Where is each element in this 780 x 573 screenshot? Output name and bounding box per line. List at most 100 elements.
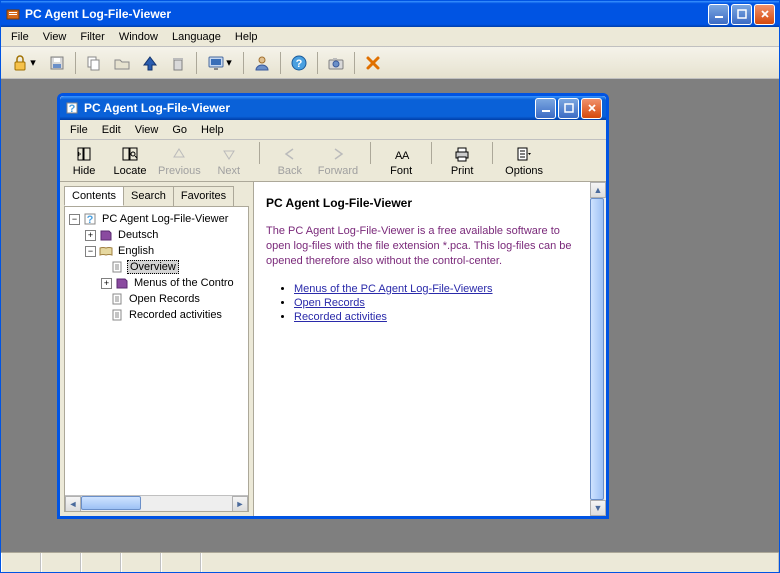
help-titlebar[interactable]: ? PC Agent Log-File-Viewer bbox=[60, 96, 606, 120]
scroll-down-button[interactable]: ▼ bbox=[590, 500, 606, 516]
copy-button[interactable] bbox=[82, 51, 106, 75]
hide-icon bbox=[74, 144, 94, 164]
outer-minimize-button[interactable] bbox=[708, 4, 729, 25]
book-open-icon bbox=[99, 244, 113, 258]
help-menu-view[interactable]: View bbox=[129, 122, 165, 138]
folder-button[interactable] bbox=[110, 51, 134, 75]
list-item: Recorded activities bbox=[294, 311, 578, 323]
scroll-track[interactable] bbox=[590, 198, 606, 500]
save-icon bbox=[48, 54, 66, 72]
back-button[interactable]: Back bbox=[272, 142, 308, 177]
toolbar-separator bbox=[431, 142, 432, 164]
screen-button[interactable]: ▾ bbox=[203, 51, 237, 75]
options-button[interactable]: Options bbox=[505, 142, 543, 177]
content-vertical-scrollbar[interactable]: ▲ ▼ bbox=[590, 182, 606, 516]
scroll-up-button[interactable]: ▲ bbox=[590, 182, 606, 198]
tab-contents[interactable]: Contents bbox=[64, 186, 124, 206]
menu-filter[interactable]: Filter bbox=[74, 29, 110, 45]
menu-language[interactable]: Language bbox=[166, 29, 227, 45]
help-window-title: PC Agent Log-File-Viewer bbox=[84, 101, 535, 115]
menu-file[interactable]: File bbox=[5, 29, 35, 45]
scroll-left-button[interactable]: ◄ bbox=[65, 496, 81, 512]
forward-button[interactable]: Forward bbox=[318, 142, 358, 177]
status-cell bbox=[121, 553, 161, 572]
help-menu-file[interactable]: File bbox=[64, 122, 94, 138]
tree-item-label: Recorded activities bbox=[127, 309, 224, 321]
page-icon bbox=[110, 308, 124, 322]
tree-item-english[interactable]: − English bbox=[67, 243, 246, 259]
previous-button[interactable]: Previous bbox=[158, 142, 201, 177]
camera-button[interactable] bbox=[324, 51, 348, 75]
dropdown-arrow-icon: ▾ bbox=[29, 56, 37, 69]
toolbar-separator bbox=[317, 52, 318, 74]
menu-window[interactable]: Window bbox=[113, 29, 164, 45]
delete-button[interactable] bbox=[166, 51, 190, 75]
collapse-icon[interactable]: − bbox=[69, 214, 80, 225]
outer-maximize-button[interactable] bbox=[731, 4, 752, 25]
page-icon bbox=[110, 292, 124, 306]
outer-menubar: File View Filter Window Language Help bbox=[1, 27, 779, 47]
book-closed-icon bbox=[115, 276, 129, 290]
help-minimize-button[interactable] bbox=[535, 98, 556, 119]
user-button[interactable] bbox=[250, 51, 274, 75]
tree-item-menus[interactable]: + Menus of the Contro bbox=[67, 275, 246, 291]
tree-item-label: Menus of the Contro bbox=[132, 277, 236, 289]
help-maximize-button[interactable] bbox=[558, 98, 579, 119]
next-button[interactable]: Next bbox=[211, 142, 247, 177]
help-button[interactable]: ? bbox=[287, 51, 311, 75]
svg-text:?: ? bbox=[87, 214, 94, 226]
link-open-records[interactable]: Open Records bbox=[294, 297, 365, 309]
close-x-icon bbox=[364, 54, 382, 72]
expand-icon[interactable]: + bbox=[85, 230, 96, 241]
help-menu-help[interactable]: Help bbox=[195, 122, 230, 138]
svg-text:?: ? bbox=[296, 58, 303, 70]
toolbar-separator bbox=[354, 52, 355, 74]
collapse-icon[interactable]: − bbox=[85, 246, 96, 257]
menu-help[interactable]: Help bbox=[229, 29, 264, 45]
locate-button[interactable]: Locate bbox=[112, 142, 148, 177]
right-arrow-icon bbox=[328, 144, 348, 164]
scroll-thumb[interactable] bbox=[81, 496, 141, 510]
hide-button[interactable]: Hide bbox=[66, 142, 102, 177]
outer-toolbar: ▾ ▾ ? bbox=[1, 47, 779, 79]
outer-client-area: ? PC Agent Log-File-Viewer File Edit Vie… bbox=[1, 79, 779, 552]
status-cell bbox=[161, 553, 201, 572]
monitor-icon bbox=[207, 54, 225, 72]
menu-view[interactable]: View bbox=[37, 29, 73, 45]
tree-root[interactable]: − ? PC Agent Log-File-Viewer bbox=[67, 211, 246, 227]
link-recorded[interactable]: Recorded activities bbox=[294, 311, 387, 323]
help-menu-edit[interactable]: Edit bbox=[96, 122, 127, 138]
font-button[interactable]: AAFont bbox=[383, 142, 419, 177]
tree-item-open-records[interactable]: Open Records bbox=[67, 291, 246, 307]
contents-tree[interactable]: − ? PC Agent Log-File-Viewer + Deutsch − bbox=[65, 207, 248, 495]
book-closed-icon bbox=[99, 228, 113, 242]
outer-titlebar[interactable]: PC Agent Log-File-Viewer bbox=[1, 1, 779, 27]
save-button[interactable] bbox=[45, 51, 69, 75]
scroll-thumb[interactable] bbox=[590, 198, 604, 500]
tree-horizontal-scrollbar[interactable]: ◄ ► bbox=[65, 495, 248, 511]
outer-statusbar bbox=[1, 552, 779, 572]
tab-search[interactable]: Search bbox=[123, 186, 174, 206]
copy-icon bbox=[85, 54, 103, 72]
up-button[interactable] bbox=[138, 51, 162, 75]
content-heading: PC Agent Log-File-Viewer bbox=[266, 196, 578, 210]
close-file-button[interactable] bbox=[361, 51, 385, 75]
tree-item-overview[interactable]: Overview bbox=[67, 259, 246, 275]
scroll-track[interactable] bbox=[81, 496, 232, 512]
nav-tabs: Contents Search Favorites bbox=[64, 186, 249, 206]
outer-close-button[interactable] bbox=[754, 4, 775, 25]
print-button[interactable]: Print bbox=[444, 142, 480, 177]
help-menu-go[interactable]: Go bbox=[166, 122, 193, 138]
tab-favorites[interactable]: Favorites bbox=[173, 186, 234, 206]
lock-button[interactable]: ▾ bbox=[7, 51, 41, 75]
content-link-list: Menus of the PC Agent Log-File-Viewers O… bbox=[294, 283, 578, 323]
help-close-button[interactable] bbox=[581, 98, 602, 119]
tree-item-label: Open Records bbox=[127, 293, 202, 305]
expand-icon[interactable]: + bbox=[101, 278, 112, 289]
tree-item-deutsch[interactable]: + Deutsch bbox=[67, 227, 246, 243]
scroll-right-button[interactable]: ► bbox=[232, 496, 248, 512]
link-menus[interactable]: Menus of the PC Agent Log-File-Viewers bbox=[294, 283, 493, 295]
down-arrow-icon bbox=[219, 144, 239, 164]
tree-item-recorded[interactable]: Recorded activities bbox=[67, 307, 246, 323]
toolbar-separator bbox=[492, 142, 493, 164]
